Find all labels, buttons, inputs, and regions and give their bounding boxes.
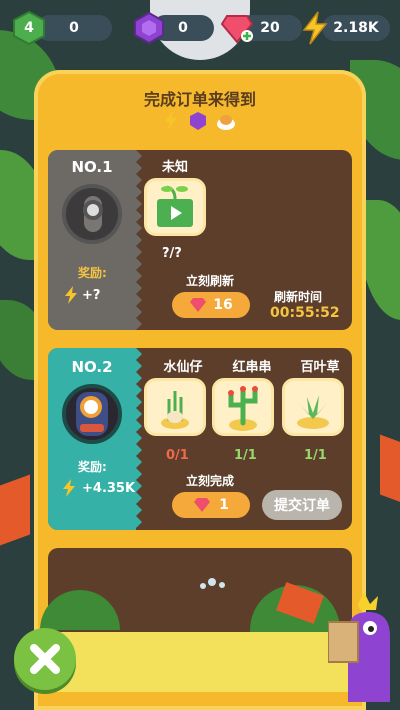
level-number: 4: [24, 20, 34, 36]
customer-avatar: [62, 384, 122, 444]
lightning-icon: [298, 10, 332, 46]
succulent-icon: [297, 395, 329, 429]
refresh-now-button[interactable]: 16: [172, 292, 250, 318]
reward-label: 奖励:: [78, 266, 107, 280]
complete-now-button[interactable]: 1: [172, 492, 250, 518]
item-count: 0/1: [166, 448, 189, 463]
cactus-icon: [228, 386, 258, 431]
order-card-1: NO.1 奖励: +? 未知 ?/? 立刻刷新 16 刷新时间 00:55:52: [48, 150, 352, 330]
seedling-icon: [157, 185, 193, 227]
crystal-decoration: [0, 474, 30, 546]
panel-title: 完成订单来得到: [143, 90, 256, 109]
reward-label: 奖励:: [78, 460, 107, 474]
energy-value: 2.18K: [333, 20, 379, 36]
red-gem-icon: [190, 298, 207, 312]
item-name: 百叶草: [300, 360, 340, 375]
reward-value: +4.35K: [82, 481, 136, 496]
refresh-cost: 16: [213, 297, 233, 313]
order-number: NO.2: [71, 358, 113, 376]
resource-bar: 0 4 0 20 2.18K: [0, 0, 400, 56]
item-name: 水仙仔: [163, 360, 203, 375]
unknown-item-tile[interactable]: [144, 178, 206, 236]
submit-order-button[interactable]: 提交订单: [262, 490, 342, 520]
loading-bubbles-icon: [198, 576, 228, 592]
complete-now-label: 立刻完成: [186, 474, 235, 488]
refresh-time-label: 刷新时间: [274, 290, 323, 304]
complete-cost: 1: [219, 497, 229, 513]
order-number: NO.1: [71, 158, 113, 176]
close-icon: [30, 644, 60, 674]
red-gem-icon[interactable]: [220, 10, 254, 46]
item-name: 未知: [162, 160, 189, 175]
narcissus-icon: [161, 391, 189, 429]
mascot-character: [327, 592, 398, 702]
zigzag-divider: [130, 150, 142, 330]
close-button[interactable]: [14, 628, 76, 690]
item-tile-narcissus[interactable]: [144, 378, 206, 436]
purple-gem-icon: [132, 10, 166, 46]
lightning-icon: [62, 479, 76, 497]
customer-avatar: [62, 184, 122, 244]
lightning-icon: [64, 286, 78, 304]
lightning-icon: [165, 111, 177, 131]
level-badge-icon: 4: [12, 10, 46, 46]
purple-gem-value: 0: [178, 20, 188, 36]
refresh-timer: 00:55:52: [270, 305, 340, 321]
item-count: 1/1: [234, 448, 257, 463]
item-count: 1/1: [304, 448, 327, 463]
robot-eye: [80, 396, 102, 418]
crystal-decoration: [380, 434, 400, 506]
item-tile-cactus[interactable]: [212, 378, 274, 436]
item-count: ?/?: [162, 246, 182, 261]
red-gem-icon: [194, 498, 211, 512]
red-gem-value: 20: [260, 20, 280, 36]
robot-mouth: [80, 424, 104, 432]
bottom-bar: [40, 632, 360, 692]
energy-counter: 2.18K: [322, 15, 390, 41]
level-counter: 0: [36, 15, 112, 41]
level-value: 0: [69, 20, 79, 36]
panel-reward-icons: [162, 110, 242, 132]
refresh-label: 立刻刷新: [186, 274, 235, 288]
leaf-decoration: [360, 200, 400, 320]
customer-eye: [83, 200, 103, 220]
order-card-2: NO.2 奖励: +4.35K 水仙仔 0/1 红串串 1/1 百叶草 1/1 …: [48, 348, 352, 530]
reward-value: +?: [82, 288, 101, 303]
item-tile-succulent[interactable]: [282, 378, 344, 436]
item-name: 红串串: [232, 360, 272, 375]
purple-gem-icon: [190, 112, 206, 130]
